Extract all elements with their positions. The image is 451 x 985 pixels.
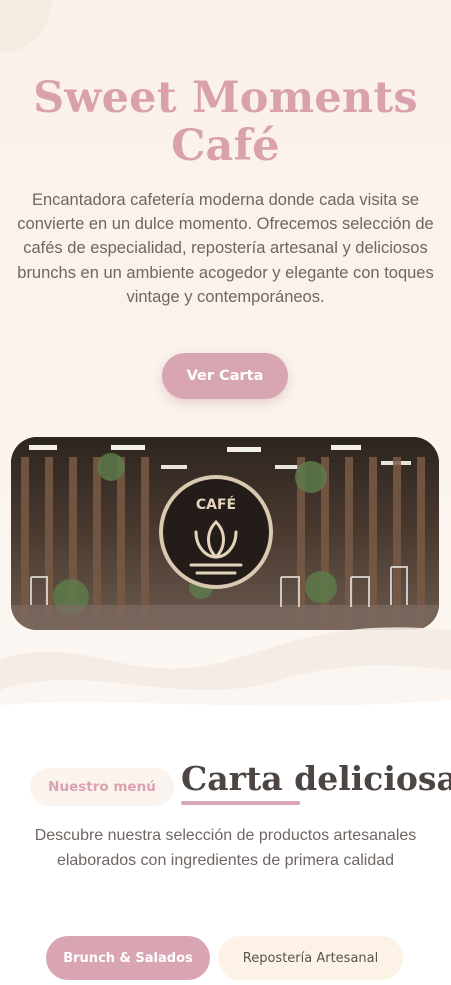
hero-title-line2: Café <box>171 121 280 171</box>
tab-reposteria-artesanal[interactable]: Repostería Artesanal <box>218 936 403 980</box>
section-title: Carta deliciosa <box>181 759 451 798</box>
decorative-blob <box>0 0 52 52</box>
tab-brunch-salados[interactable]: Brunch & Salados <box>46 936 210 980</box>
hero-title-line1: Sweet Moments <box>33 73 418 123</box>
section-description: Descubre nuestra selección de productos … <box>34 827 417 869</box>
title-underline <box>181 801 300 805</box>
menu-section: Nuestro menú Carta deliciosa Descubre nu… <box>0 720 451 985</box>
view-menu-button[interactable]: Ver Carta <box>162 353 288 399</box>
section-pill-label: Nuestro menú <box>30 768 174 806</box>
hero-description: Encantadora cafetería moderna donde cada… <box>17 191 434 306</box>
hero-section: Sweet Moments Café Encantadora cafetería… <box>0 0 451 720</box>
hero-title: Sweet Moments Café <box>0 74 451 170</box>
cafe-sign-text: CAFÉ <box>196 496 236 513</box>
decorative-wave <box>0 627 451 720</box>
